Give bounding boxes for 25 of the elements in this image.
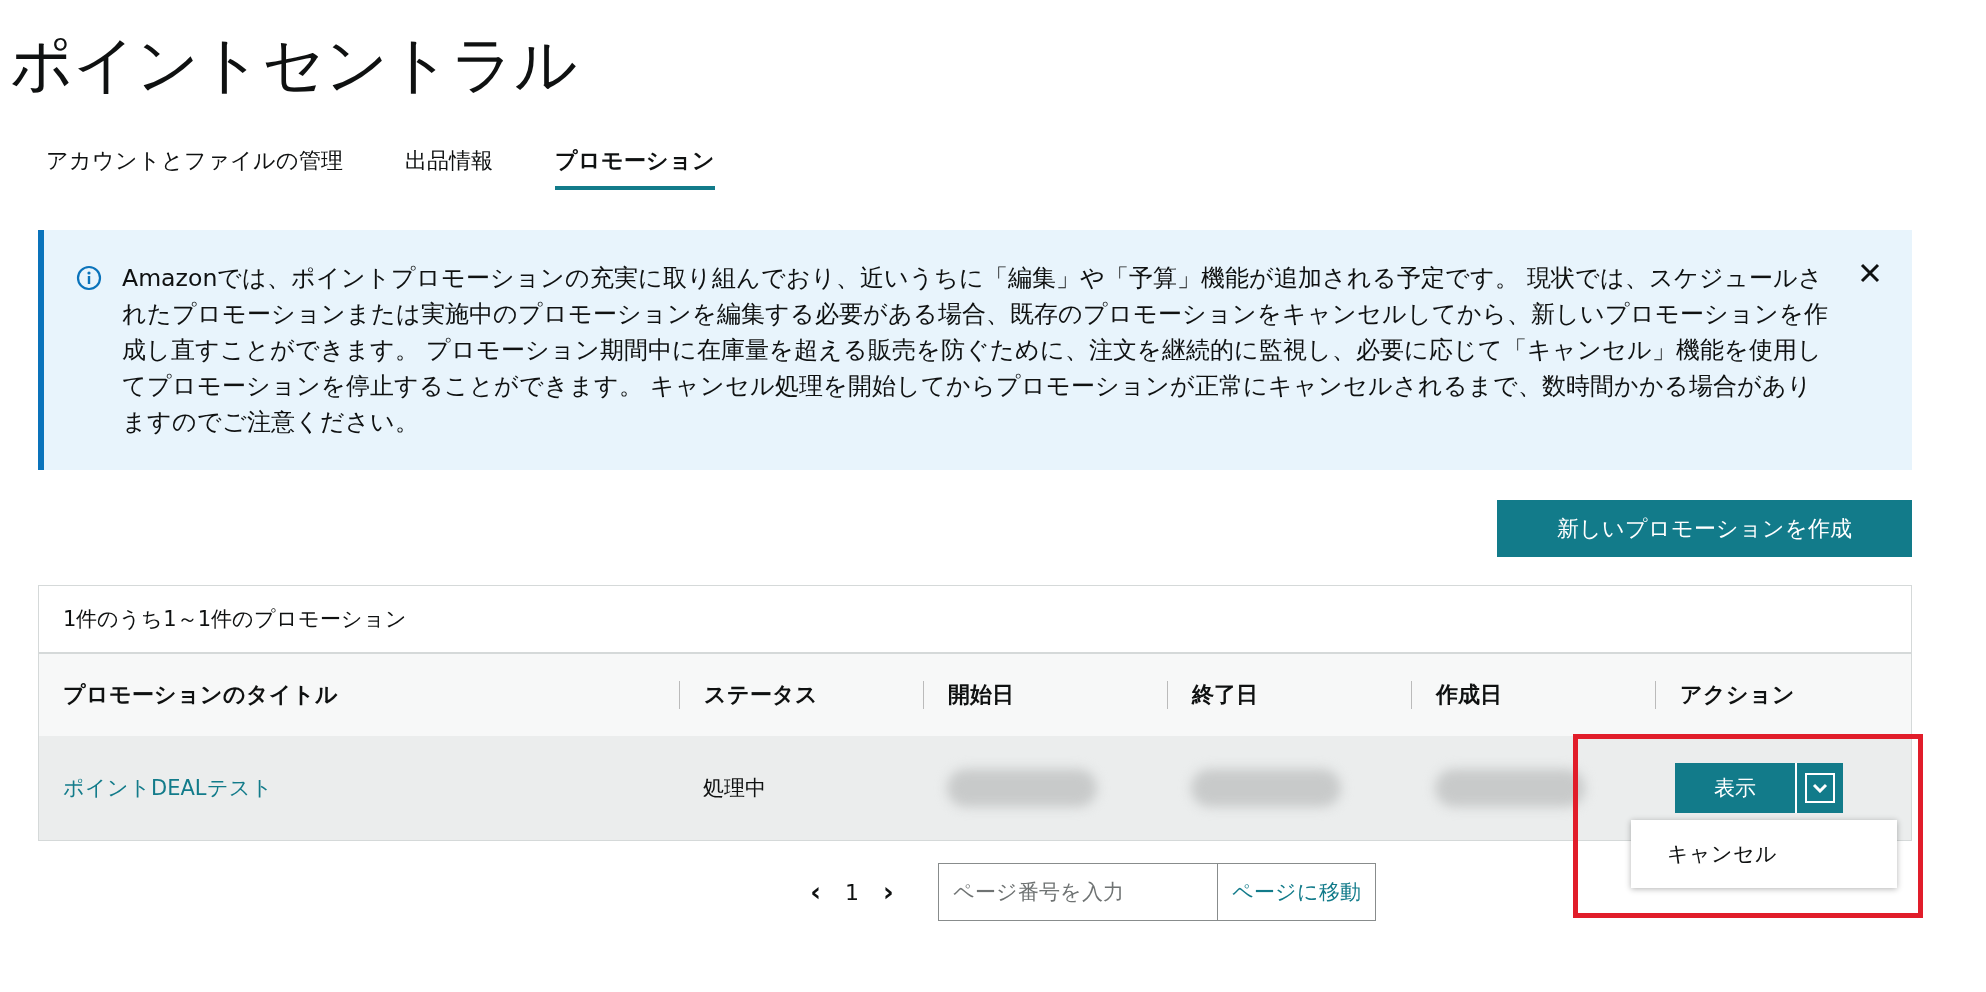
column-header: 作成日 [1436,681,1502,709]
next-page-button[interactable]: › [869,877,908,907]
status-cell-text: 処理中 [703,775,766,802]
page-number-field[interactable]: ページ番号を入力 [937,863,1218,921]
previous-page-button[interactable]: ‹ [796,877,835,907]
tab[interactable]: プロモーション [555,146,715,190]
column-header: ステータス [704,681,818,709]
promotion-title-link[interactable]: ポイントDEALテスト [63,774,273,802]
column-header: プロモーションのタイトル [63,681,338,709]
tab[interactable]: アカウントとファイルの管理 [46,146,343,190]
menu-item[interactable]: キャンセル [1631,828,1897,880]
view-button[interactable]: 表示 [1675,763,1795,813]
column-header: 開始日 [948,681,1014,709]
column-header: アクション [1680,681,1795,709]
page-title: ポイントセントラル [10,27,578,103]
tab[interactable]: 出品情報 [405,146,493,190]
go-to-page-button[interactable]: ページに移動 [1217,863,1376,921]
chevron-down-icon [1812,783,1828,793]
column-header: 終了日 [1192,681,1258,709]
table-caption: 1件のうち1～1件のプロモーション [63,606,408,633]
dropdown-button[interactable] [1795,763,1843,813]
banner-message: Amazonでは、ポイントプロモーションの充実に取り組んでおり、近いうちに「編集」や「予算」機能が追加される予定です。 現状では、スケジュールされたプロモーションまたは実施中のプロモーションを編集する必要がある場合、既存のプロモーションをキャンセルしてから、新しいプロモーションを作成し直すことができます。 プロモーション期間中に在庫量を超える販売を防ぐために、注文を継続的に監視し、必要に応じて「キャンセル」機能を使用してプロモーションを停止することができます。 キャンセル処理を開始してからプロモーションが正常にキャンセルされるまで、数時間かかる場合がありますのでご注意ください。 [122,263,1829,438]
create-promotion-button[interactable]: 新しいプロモーションを作成 [1497,500,1912,557]
page-number: 1 [844,879,860,905]
info-icon [76,265,102,291]
